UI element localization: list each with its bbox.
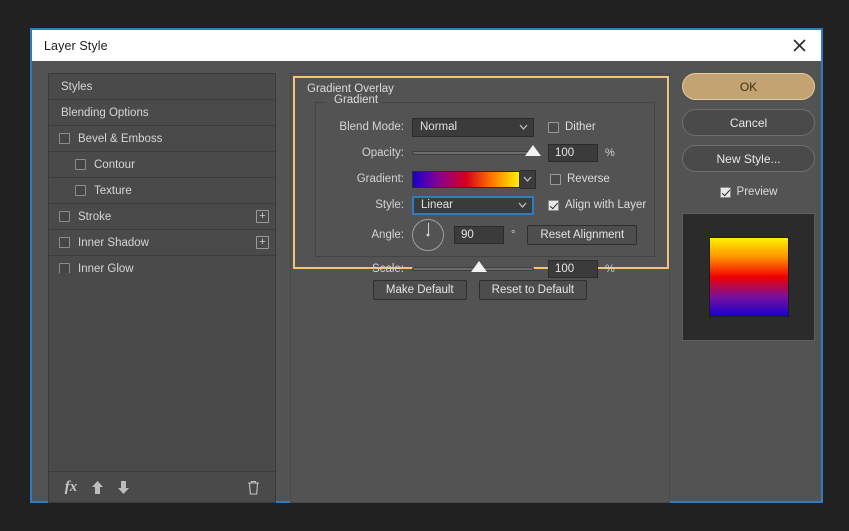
add-effect-icon[interactable]: + bbox=[256, 210, 269, 223]
sidebar-item-texture[interactable]: Texture bbox=[49, 178, 275, 204]
preview-label: Preview bbox=[736, 186, 778, 198]
preview-gradient-swatch bbox=[708, 237, 789, 317]
reset-alignment-button[interactable]: Reset Alignment bbox=[527, 225, 638, 245]
arrow-up-icon[interactable] bbox=[84, 475, 110, 499]
dialog-actions: OK Cancel New Style... Preview bbox=[682, 73, 815, 341]
angle-center-dot bbox=[426, 233, 430, 237]
angle-input[interactable]: 90 bbox=[454, 226, 504, 244]
sidebar-item-label: Bevel & Emboss bbox=[78, 132, 163, 145]
sidebar-item-stroke[interactable]: Stroke + bbox=[49, 204, 275, 230]
scale-slider-handle[interactable] bbox=[471, 261, 487, 272]
scale-input[interactable]: 100 bbox=[548, 260, 598, 278]
blend-mode-label: Blend Mode: bbox=[339, 121, 404, 133]
align-with-layer-checkbox[interactable]: Align with Layer bbox=[548, 199, 646, 211]
style-enable-checkbox[interactable] bbox=[59, 263, 70, 273]
scale-unit: % bbox=[605, 263, 615, 275]
sidebar-item-label: Stroke bbox=[78, 210, 112, 223]
style-enable-checkbox[interactable] bbox=[59, 211, 70, 222]
chevron-down-icon bbox=[516, 202, 528, 208]
opacity-slider[interactable] bbox=[412, 145, 541, 156]
sidebar-item-inner-glow[interactable]: Inner Glow bbox=[49, 256, 275, 273]
reset-to-default-button[interactable]: Reset to Default bbox=[478, 280, 588, 300]
ok-button[interactable]: OK bbox=[682, 73, 815, 100]
opacity-unit: % bbox=[605, 147, 615, 159]
blend-mode-select[interactable]: Normal bbox=[412, 117, 534, 137]
close-icon[interactable] bbox=[783, 32, 815, 59]
sidebar-item-styles[interactable]: Styles bbox=[49, 74, 275, 100]
add-effect-icon[interactable]: + bbox=[256, 236, 269, 249]
style-label: Style: bbox=[375, 199, 404, 211]
opacity-row: Opacity: 100 % bbox=[316, 142, 654, 164]
angle-dial-icon[interactable] bbox=[412, 219, 444, 251]
style-enable-checkbox[interactable] bbox=[59, 237, 70, 248]
preview-check-box bbox=[719, 186, 731, 198]
sidebar-item-label: Inner Shadow bbox=[78, 236, 149, 249]
sidebar-item-label: Styles bbox=[61, 80, 93, 93]
dither-checkbox[interactable]: Dither bbox=[548, 121, 596, 133]
gradient-preset-chevron-down-icon[interactable] bbox=[520, 169, 536, 189]
sidebar-item-inner-shadow[interactable]: Inner Shadow + bbox=[49, 230, 275, 256]
sidebar-item-label: Contour bbox=[94, 158, 135, 171]
default-buttons: Make Default Reset to Default bbox=[291, 280, 669, 300]
gradient-overlay-section: Gradient Overlay Gradient Blend Mode: No… bbox=[293, 76, 669, 278]
styles-sidebar: Styles Blending Options Bevel & Emboss Cont… bbox=[48, 73, 276, 503]
dialog-titlebar: Layer Style bbox=[32, 30, 821, 61]
style-enable-checkbox[interactable] bbox=[59, 133, 70, 144]
style-select[interactable]: Linear bbox=[412, 195, 534, 215]
angle-value: 90 bbox=[461, 229, 474, 241]
layer-style-dialog: Layer Style Styles Blending Options Bevel … bbox=[30, 28, 823, 503]
scale-row: Scale: 100 % bbox=[316, 258, 654, 280]
reverse-checkbox[interactable]: Reverse bbox=[550, 173, 610, 185]
scale-value: 100 bbox=[555, 263, 575, 275]
align-with-layer-label: Align with Layer bbox=[565, 199, 647, 211]
style-enable-checkbox[interactable] bbox=[75, 159, 86, 170]
scale-slider[interactable] bbox=[412, 261, 534, 272]
reverse-label: Reverse bbox=[567, 173, 610, 185]
sidebar-item-blending-options[interactable]: Blending Options bbox=[49, 100, 275, 126]
align-with-layer-check-box bbox=[548, 199, 559, 211]
trash-icon[interactable] bbox=[240, 475, 266, 499]
fx-label: fx bbox=[64, 478, 78, 495]
dither-check-box bbox=[548, 121, 559, 133]
group-title: Gradient bbox=[330, 94, 383, 106]
sidebar-item-label: Texture bbox=[94, 184, 132, 197]
angle-row: Angle: 90 ° Reset Alignment bbox=[316, 218, 654, 252]
sidebar-item-label: Inner Glow bbox=[78, 262, 134, 273]
sidebar-filler bbox=[49, 272, 275, 472]
preview-thumbnail bbox=[682, 213, 815, 341]
fx-icon[interactable]: fx bbox=[58, 475, 84, 499]
preview-checkbox[interactable]: Preview bbox=[682, 181, 815, 203]
arrow-down-icon[interactable] bbox=[110, 475, 136, 499]
dialog-title: Layer Style bbox=[44, 38, 108, 53]
style-value: Linear bbox=[421, 199, 453, 211]
gradient-row: Gradient: Reverse bbox=[316, 168, 654, 190]
opacity-value: 100 bbox=[555, 147, 575, 159]
scale-label: Scale: bbox=[372, 263, 404, 275]
reverse-check-box bbox=[550, 173, 561, 185]
angle-unit: ° bbox=[511, 229, 516, 241]
options-panel: Gradient Overlay Gradient Blend Mode: No… bbox=[290, 73, 670, 503]
opacity-label: Opacity: bbox=[361, 147, 404, 159]
blend-mode-row: Blend Mode: Normal Dither bbox=[316, 116, 654, 138]
dialog-body: Styles Blending Options Bevel & Emboss Cont… bbox=[32, 61, 821, 503]
new-style-button[interactable]: New Style... bbox=[682, 145, 815, 172]
gradient-swatch[interactable] bbox=[412, 170, 520, 188]
opacity-input[interactable]: 100 bbox=[548, 144, 598, 162]
opacity-slider-handle[interactable] bbox=[525, 145, 541, 156]
style-enable-checkbox[interactable] bbox=[75, 185, 86, 196]
angle-label: Angle: bbox=[371, 229, 404, 241]
style-list: Styles Blending Options Bevel & Emboss Cont… bbox=[49, 74, 275, 273]
sidebar-item-label: Blending Options bbox=[61, 106, 149, 119]
gradient-label: Gradient: bbox=[356, 173, 404, 185]
cancel-button[interactable]: Cancel bbox=[682, 109, 815, 136]
blend-mode-value: Normal bbox=[420, 121, 458, 133]
sidebar-toolbar: fx bbox=[49, 472, 275, 502]
sidebar-item-contour[interactable]: Contour bbox=[49, 152, 275, 178]
make-default-button[interactable]: Make Default bbox=[372, 280, 467, 300]
sidebar-item-bevel-emboss[interactable]: Bevel & Emboss bbox=[49, 126, 275, 152]
style-row: Style: Linear Align with Layer bbox=[316, 194, 654, 216]
dither-label: Dither bbox=[565, 121, 596, 133]
gradient-group: Gradient Blend Mode: Normal Dither Opaci… bbox=[315, 94, 655, 278]
chevron-down-icon bbox=[517, 124, 529, 130]
